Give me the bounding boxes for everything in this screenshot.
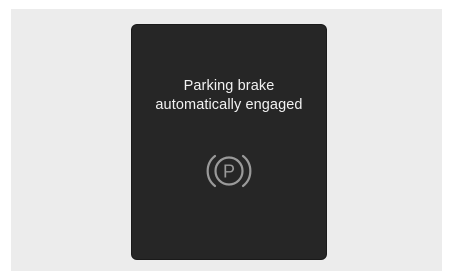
warning-message-line-2: automatically engaged: [155, 97, 303, 113]
parking-brake-icon: P: [206, 154, 252, 188]
cluster-display-panel: Parking brake automatically engaged P: [132, 25, 326, 259]
parking-brake-letter: P: [223, 162, 235, 182]
warning-message: Parking brake automatically engaged: [132, 77, 326, 115]
warning-message-line-1: Parking brake: [183, 78, 275, 94]
